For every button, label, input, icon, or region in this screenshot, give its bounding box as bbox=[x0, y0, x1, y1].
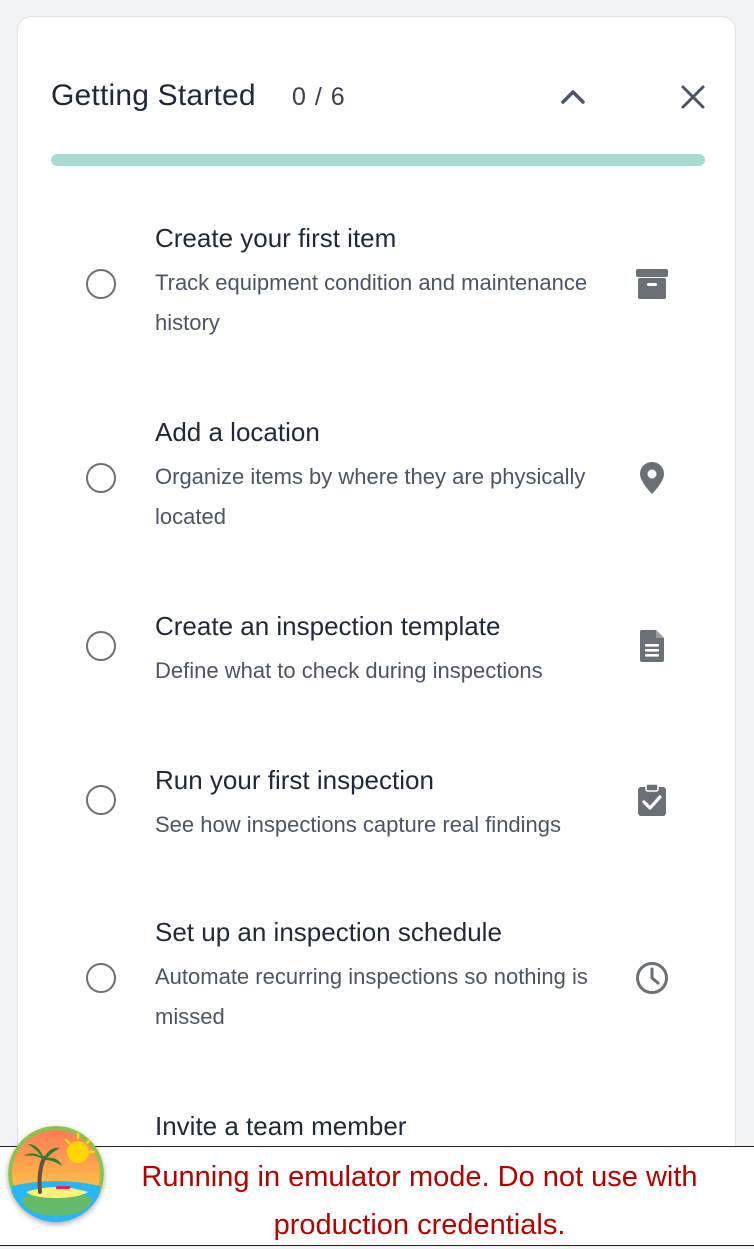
panel-header: Getting Started 0 / 6 bbox=[51, 75, 705, 119]
getting-started-panel: Getting Started 0 / 6 Create your first … bbox=[17, 16, 736, 1216]
emulator-warning-banner: Running in emulator mode. Do not use wit… bbox=[0, 1146, 754, 1246]
task-title: Set up an inspection schedule bbox=[155, 917, 502, 947]
document-icon bbox=[633, 627, 671, 665]
archive-box-icon bbox=[633, 265, 671, 303]
task-checkbox[interactable] bbox=[86, 785, 116, 815]
collapse-button[interactable] bbox=[551, 75, 595, 119]
emulator-warning-text: Running in emulator mode. Do not use wit… bbox=[141, 1161, 698, 1241]
task-title: Create an inspection template bbox=[155, 611, 501, 641]
clipboard-check-icon bbox=[633, 781, 671, 819]
task-checkbox[interactable] bbox=[86, 963, 116, 993]
close-button[interactable] bbox=[671, 75, 715, 119]
panel-title: Getting Started bbox=[51, 79, 256, 112]
task-checkbox[interactable] bbox=[86, 463, 116, 493]
task-checkbox[interactable] bbox=[86, 269, 116, 299]
progress-bar bbox=[51, 154, 705, 166]
task-description: See how inspections capture real finding… bbox=[155, 812, 562, 837]
task-title: Create your first item bbox=[155, 223, 397, 253]
task-description: Organize items by where they are physica… bbox=[155, 464, 586, 529]
beach-island-icon bbox=[8, 1126, 104, 1222]
progress-count: 0 / 6 bbox=[292, 83, 346, 111]
task-description: Track equipment condition and maintenanc… bbox=[155, 270, 588, 335]
task-description: Define what to check during inspections bbox=[155, 658, 543, 683]
task-title: Invite a team member bbox=[155, 1111, 407, 1141]
task-description: Automate recurring inspections so nothin… bbox=[155, 964, 588, 1029]
close-icon bbox=[681, 85, 705, 109]
chevron-up-icon bbox=[561, 90, 585, 104]
task-title: Run your first inspection bbox=[155, 765, 434, 795]
task-title: Add a location bbox=[155, 417, 320, 447]
emulator-logo[interactable] bbox=[8, 1126, 104, 1222]
map-pin-icon bbox=[633, 459, 671, 497]
task-checkbox[interactable] bbox=[86, 631, 116, 661]
clock-icon bbox=[633, 959, 671, 997]
